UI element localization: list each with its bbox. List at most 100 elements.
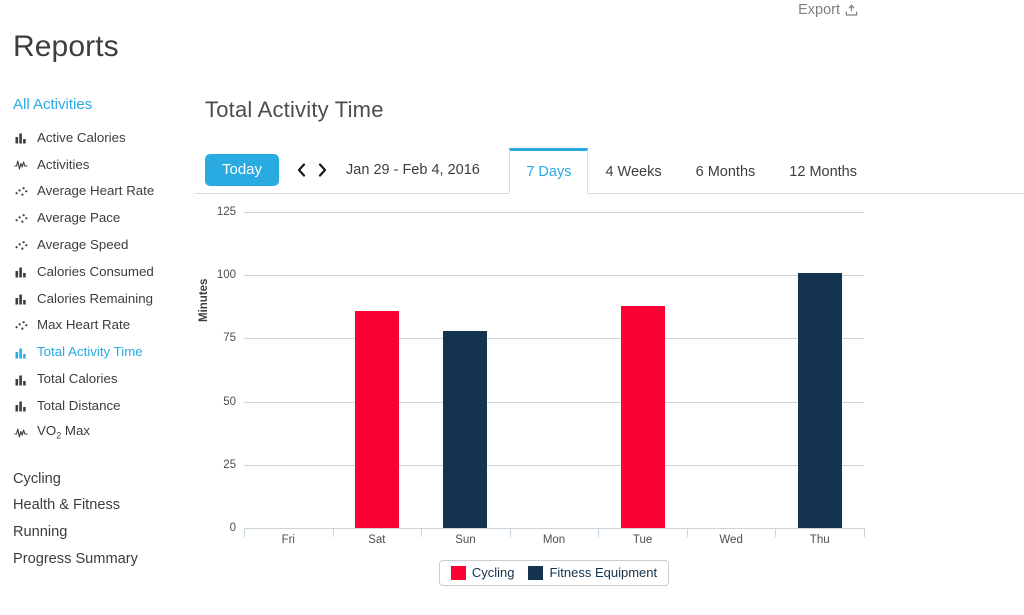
sidebar-group-label: Running	[13, 524, 68, 541]
x-axis-label: Fri	[281, 534, 295, 546]
sidebar-group-cycling[interactable]: Cycling	[0, 466, 195, 493]
y-axis-tick-label: 0	[229, 522, 236, 534]
export-button[interactable]: Export	[798, 2, 858, 18]
bar-sat-cycling[interactable]	[354, 310, 399, 528]
sidebar-item-max-heart-rate[interactable]: Max Heart Rate	[0, 312, 195, 339]
y-axis-title: Minutes	[198, 278, 210, 322]
sidebar-item-total-activity-time[interactable]: Total Activity Time	[0, 338, 195, 365]
legend-item-fitness-equipment[interactable]: Fitness Equipment	[528, 565, 657, 580]
tab-7-days[interactable]: 7 Days	[509, 148, 589, 194]
sidebar-item-total-distance[interactable]: Total Distance	[0, 392, 195, 419]
gridline: 50	[223, 396, 864, 408]
tab-label: 4 Weeks	[605, 163, 662, 180]
x-axis-labels: Fri Sat Sun Mon Tue Wed Thu	[244, 534, 864, 554]
bar-sun-fitness-equipment[interactable]	[443, 330, 488, 528]
bar-chart-icon	[13, 398, 29, 412]
y-axis-tick-label: 100	[216, 269, 236, 282]
sidebar-item-vo2-max[interactable]: VO2 Max	[0, 419, 195, 446]
previous-period-button[interactable]	[297, 162, 306, 177]
x-axis-line: 0	[230, 522, 864, 534]
tab-6-months[interactable]: 6 Months	[679, 148, 773, 194]
x-axis-label: Sat	[368, 534, 386, 546]
y-axis-tick-label: 50	[223, 395, 236, 408]
sidebar-item-label: Active Calories	[37, 129, 126, 145]
tab-label: 12 Months	[789, 163, 857, 180]
gridline: 25	[223, 459, 864, 471]
sidebar-group-health-fitness[interactable]: Health & Fitness	[0, 492, 195, 519]
sidebar-item-label: VO2 Max	[37, 422, 91, 441]
scatter-icon	[13, 238, 29, 252]
tab-12-months[interactable]: 12 Months	[772, 148, 874, 194]
chart-title: Total Activity Time	[205, 97, 384, 122]
toolbar-left-controls: Today Jan 29 - Feb 4, 2016	[195, 147, 480, 192]
tab-label: 7 Days	[526, 164, 572, 180]
scatter-icon	[13, 211, 29, 225]
scatter-icon	[13, 184, 29, 198]
page-title: Reports	[13, 30, 119, 63]
x-axis-label: Mon	[542, 534, 566, 546]
export-tray-icon	[845, 3, 858, 17]
chart-legend: Cycling Fitness Equipment	[244, 560, 864, 586]
x-axis-label: Tue	[632, 534, 653, 546]
sidebar-item-active-calories[interactable]: Active Calories	[0, 124, 195, 151]
sidebar-item-average-speed[interactable]: Average Speed	[0, 231, 195, 258]
sidebar-item-label: Total Distance	[37, 397, 121, 413]
scatter-icon	[13, 318, 29, 332]
sidebar-item-label: Total Activity Time	[37, 344, 143, 360]
chart-area: Minutes 0 25 50 75 100 125 Fri Sat Sun Mon Tue Wed…	[195, 196, 1024, 586]
bar-chart-icon	[13, 291, 29, 305]
tab-4-weeks[interactable]: 4 Weeks	[588, 148, 678, 194]
sidebar-group-label: Progress Summary	[13, 550, 138, 567]
x-axis-label: Sun	[455, 534, 476, 546]
export-label: Export	[798, 2, 840, 18]
y-axis-tick-label: 125	[216, 206, 236, 218]
bar-chart-icon	[13, 345, 29, 359]
bar-tue-cycling[interactable]	[620, 305, 665, 528]
y-axis-tick-label: 25	[223, 458, 236, 471]
sidebar-item-label: Calories Remaining	[37, 290, 154, 306]
bar-thu-fitness-equipment[interactable]	[797, 272, 842, 528]
legend-label: Cycling	[471, 565, 515, 580]
sidebar-item-activities[interactable]: Activities	[0, 151, 195, 178]
sidebar-item-all-activities[interactable]: All Activities	[0, 94, 195, 116]
export-bar: Export	[0, 0, 1024, 26]
gridline: 75	[223, 332, 864, 344]
bar-chart-icon	[13, 372, 29, 386]
y-axis-tick-label: 75	[223, 332, 236, 345]
plot-area: 0 25 50 75 100 125	[217, 206, 865, 537]
sidebar-item-label: Average Pace	[37, 210, 121, 226]
sidebar-item-label: Average Speed	[37, 236, 129, 252]
legend-label: Fitness Equipment	[549, 565, 658, 580]
sidebar-group-progress-summary[interactable]: Progress Summary	[0, 545, 195, 572]
chevron-left-icon	[297, 162, 306, 177]
gridline: 125	[217, 206, 864, 218]
legend-box: Cycling Fitness Equipment	[438, 560, 670, 586]
legend-item-cycling[interactable]: Cycling	[450, 565, 515, 580]
next-period-button[interactable]	[318, 162, 327, 177]
pulse-line-icon	[13, 157, 29, 171]
bar-chart-icon	[13, 264, 29, 278]
sidebar-item-label: Activities	[37, 156, 90, 172]
sidebar-group-list: Cycling Health & Fitness Running Progress S…	[0, 466, 195, 572]
sidebar-item-label: Total Calories	[37, 370, 118, 386]
sidebar-group-running[interactable]: Running	[0, 519, 195, 546]
legend-swatch	[528, 565, 544, 580]
pulse-line-icon	[13, 425, 29, 439]
sidebar-item-calories-remaining[interactable]: Calories Remaining	[0, 285, 195, 312]
period-tabs: 7 Days 4 Weeks 6 Months 12 Months	[509, 148, 874, 194]
chevron-right-icon	[318, 162, 327, 177]
sidebar-group-label: Cycling	[13, 470, 61, 487]
sidebar-section-label: All Activities	[13, 96, 93, 113]
bar-chart-icon	[13, 130, 29, 144]
legend-swatch	[450, 565, 466, 580]
sidebar-item-total-calories[interactable]: Total Calories	[0, 365, 195, 392]
x-axis-tick	[864, 528, 865, 537]
sidebar-item-average-heart-rate[interactable]: Average Heart Rate	[0, 178, 195, 205]
tab-label: 6 Months	[695, 163, 756, 180]
x-axis-label: Thu	[809, 534, 830, 546]
x-axis-label: Wed	[719, 534, 743, 546]
chart-toolbar: Today Jan 29 - Feb 4, 2016 7 Days 4 Weeks…	[195, 147, 1024, 194]
sidebar-item-calories-consumed[interactable]: Calories Consumed	[0, 258, 195, 285]
sidebar-item-average-pace[interactable]: Average Pace	[0, 204, 195, 231]
today-button[interactable]: Today	[205, 153, 280, 186]
